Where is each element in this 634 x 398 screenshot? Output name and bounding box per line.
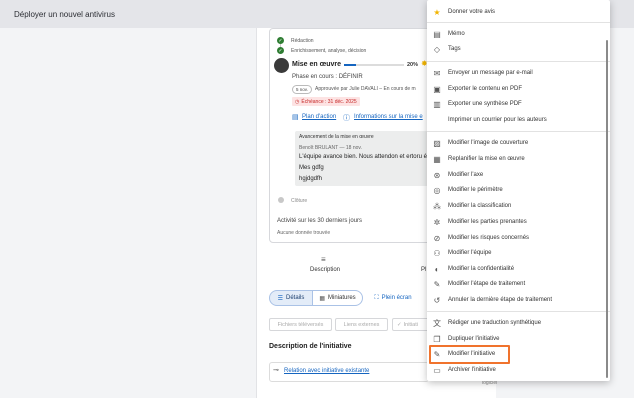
menu-item-scope[interactable]: ◎ Modifier le périmètre: [427, 183, 610, 197]
star-icon: ★: [433, 7, 441, 17]
risk-icon: ⊘: [433, 233, 441, 243]
description-icon: ≡: [321, 255, 326, 264]
privacy-icon: ◐: [434, 264, 440, 274]
description-heading: Description de l'initiative: [269, 343, 352, 350]
approval-text: Approuvée par Julie DAVALI – En cours de…: [315, 86, 416, 92]
stakeholders-icon: ✲: [433, 217, 441, 227]
avatar: [274, 58, 289, 73]
shapes-icon: ⁂: [433, 201, 441, 211]
actions-menu: ★ Donner votre avis ▤ Mémo ◇ Tags ✉ Envo…: [427, 0, 610, 381]
chip-links[interactable]: Liens externes: [335, 318, 388, 331]
mail-icon: ✉: [433, 68, 441, 78]
info-icon: ⓘ: [343, 115, 350, 122]
plan-link[interactable]: Plan d'action: [302, 114, 336, 120]
menu-divider: [427, 61, 610, 62]
chip-initiatives[interactable]: ✓ Initiati: [392, 318, 430, 331]
comment-author: Benoît BRULANT — 18 nov.: [299, 145, 362, 151]
relation-link[interactable]: Relation avec initiative existante: [284, 368, 369, 374]
menu-item-stakeholders[interactable]: ✲ Modifier les parties prenantes: [427, 215, 610, 229]
menu-item-risks[interactable]: ⊘ Modifier les risques concernés: [427, 231, 610, 245]
menu-item-archive[interactable]: ▭ Archiver l'initiative: [427, 363, 610, 377]
menu-item-classification[interactable]: ⁂ Modifier la classification: [427, 199, 610, 213]
copy-icon: ❐: [433, 334, 441, 344]
menu-item-reschedule[interactable]: ▦ Replanifier la mise en œuvre: [427, 152, 610, 166]
menu-item-processing-step[interactable]: ✎ Modifier l'étape de traitement: [427, 277, 610, 291]
plan-icon: ▤: [292, 114, 299, 121]
menu-item-undo-step[interactable]: ↺ Annuler la dernière étape de traitemen…: [427, 293, 610, 307]
target-icon: ◎: [433, 185, 441, 195]
thumbnails-toggle[interactable]: ▦ Miniatures: [312, 290, 363, 306]
page-title: Déployer un nouvel antivirus: [14, 9, 115, 19]
clock-icon: ◷: [295, 98, 300, 105]
thumbnails-label: Miniatures: [327, 295, 356, 301]
no-data-text: Aucune donnée trouvée: [277, 230, 331, 236]
fullscreen-label: Plein écran: [381, 295, 412, 301]
menu-scrollbar[interactable]: [606, 40, 608, 378]
step-label: Rédaction: [291, 38, 314, 44]
date-badge: 5 nov.: [292, 85, 312, 94]
summary-icon: ▥: [433, 99, 441, 109]
comment-line: hgjdgdfh: [299, 176, 323, 182]
calendar-icon: ▦: [433, 154, 441, 164]
closure-step-icon: [278, 197, 284, 203]
menu-item-export-pdf[interactable]: ▣ Exporter le contenu en PDF: [427, 82, 610, 96]
menu-item-print-letter[interactable]: Imprimer un courrier pour les auteurs: [427, 113, 610, 127]
translate-icon: 文: [433, 318, 441, 328]
axis-icon: ⊛: [433, 170, 441, 180]
comment-header: Avancement de la mise en œuvre: [299, 134, 374, 140]
step-label: Enrichissement, analyse, décision: [291, 48, 367, 54]
fullscreen-button[interactable]: ⛶ Plein écran: [370, 290, 416, 306]
team-icon: ⚇: [433, 248, 441, 258]
undo-icon: ↺: [433, 295, 441, 305]
pdf-icon: ▣: [433, 84, 441, 94]
link-icon: ⊸: [273, 367, 279, 374]
archive-icon: ▭: [433, 365, 441, 375]
progress-track: [344, 64, 404, 66]
deadline-badge: ◷ Échéance : 31 déc. 2025: [292, 97, 360, 106]
activity-label: Activité sur les 30 derniers jours: [277, 218, 363, 224]
menu-item-privacy[interactable]: ◐ Modifier la confidentialité: [427, 262, 610, 276]
details-label: Détails: [286, 295, 305, 301]
progress-fill: [344, 64, 356, 66]
check-icon: ✓: [277, 37, 284, 44]
memo-icon: ▤: [433, 29, 441, 39]
tag-icon: ◇: [433, 44, 441, 54]
menu-item-cover-image[interactable]: ▨ Modifier l'image de couverture: [427, 136, 610, 150]
menu-divider: [427, 311, 610, 312]
grid-icon: ▦: [319, 295, 325, 302]
list-icon: ☰: [277, 295, 284, 302]
details-toggle[interactable]: ☰ Détails: [269, 290, 313, 306]
menu-divider: [427, 131, 610, 132]
progress-label: 20%: [407, 62, 419, 68]
chip-files[interactable]: Fichiers téléversés: [269, 318, 332, 331]
comment-line: Mes gdfg: [299, 165, 324, 171]
menu-item-team[interactable]: ⚇ Modifier l'équipe: [427, 246, 610, 260]
pencil-icon: ✎: [433, 279, 441, 289]
menu-item-memo[interactable]: ▤ Mémo: [427, 27, 610, 41]
menu-item-axis[interactable]: ⊛ Modifier l'axe: [427, 168, 610, 182]
menu-item-feedback[interactable]: ★ Donner votre avis: [427, 5, 610, 19]
menu-divider: [427, 22, 610, 23]
menu-item-tags[interactable]: ◇ Tags: [427, 42, 610, 56]
deadline-text: Échéance : 31 déc. 2025: [301, 98, 357, 105]
tab-description[interactable]: Description: [310, 267, 340, 273]
chip-initiatives-label: Initiati: [403, 321, 418, 328]
tab-plan[interactable]: Pl: [421, 267, 426, 273]
menu-item-email[interactable]: ✉ Envoyer un message par e-mail: [427, 66, 610, 80]
current-step-title: Mise en œuvre: [292, 61, 342, 68]
check-icon: ✓: [397, 321, 402, 328]
menu-item-translate[interactable]: 文 Rédiger une traduction synthétique: [427, 316, 610, 330]
comment-line: L'équipe avance bien. Nous attendon et e…: [299, 154, 427, 160]
edit-icon: ✎: [433, 349, 441, 359]
phase-label: Phase en cours : DÉFINIR: [292, 74, 363, 80]
menu-item-duplicate[interactable]: ❐ Dupliquer l'initiative: [427, 332, 610, 346]
fullscreen-icon: ⛶: [374, 294, 379, 301]
menu-item-edit[interactable]: ✎ Modifier l'initiative: [427, 347, 610, 361]
image-icon: ▨: [433, 138, 441, 148]
check-icon: ✓: [277, 47, 284, 54]
info-link[interactable]: Informations sur la mise e: [354, 114, 423, 120]
closure-label: Clôture: [291, 198, 308, 204]
menu-item-export-summary[interactable]: ▥ Exporter une synthèse PDF: [427, 97, 610, 111]
